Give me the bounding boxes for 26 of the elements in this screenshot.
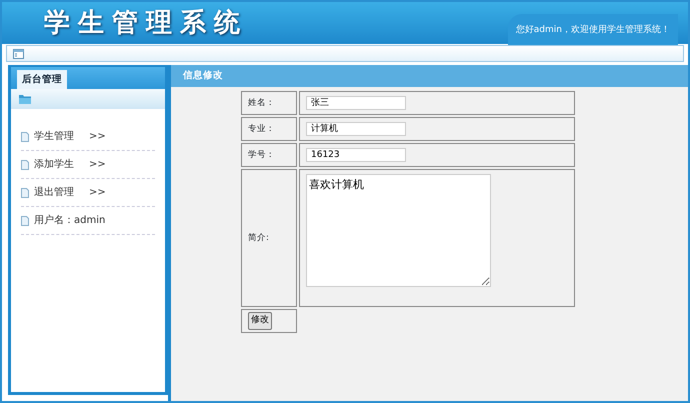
input-field[interactable]: 张三 [306,96,406,110]
sidebar-tab[interactable]: 后台管理 [17,70,67,90]
document-icon [21,188,29,198]
sidebar-link[interactable]: 退出管理 [34,185,74,200]
app-title: 学生管理系统 [44,6,248,40]
arrow-text: >> [89,158,106,172]
document-icon [21,160,29,170]
arrow-text: >> [89,186,106,200]
document-icon [21,132,29,142]
greeting-text: 您好admin，欢迎使用学生管理系统！ [508,14,678,48]
arrow-text: >> [89,130,106,144]
document-icon [21,216,29,226]
sidebar-link[interactable]: 添加学生 [34,157,74,172]
folder-icon [19,94,31,104]
sidebar-link[interactable]: 学生管理 [34,129,74,144]
submit-button[interactable]: 修改 [248,312,272,330]
input-field[interactable]: 16123 [306,148,406,162]
field-label: 简介: [241,169,297,307]
panel-title: 信息修改 [171,65,688,87]
input-field[interactable]: 计算机 [306,122,406,136]
field-label: 学号： [241,143,297,167]
window-icon [13,48,24,58]
field-label: 姓名： [241,91,297,115]
sidebar-link[interactable]: 用户名：admin [34,213,106,228]
text-area[interactable]: 喜欢计算机 [306,174,491,287]
field-label: 专业： [241,117,297,141]
